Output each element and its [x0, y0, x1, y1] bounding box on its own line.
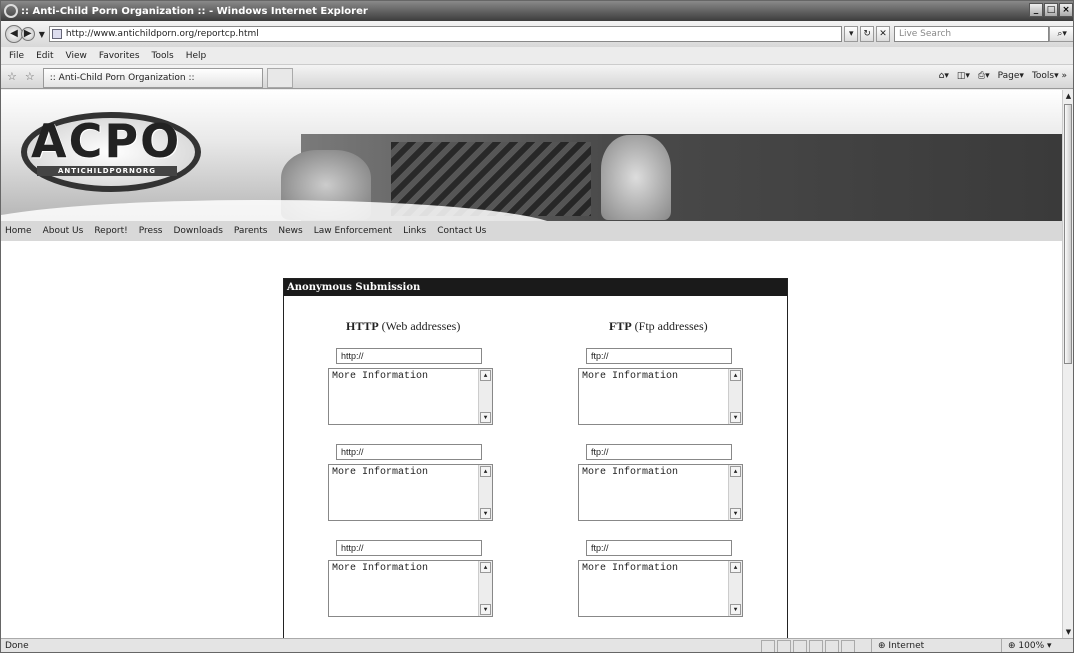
zoom-control[interactable]: ⊕ 100% ▾ — [1001, 639, 1052, 652]
menu-file[interactable]: File — [9, 51, 24, 61]
menu-bar: File Edit View Favorites Tools Help — [1, 47, 1073, 65]
ie-icon — [4, 4, 18, 18]
page-scrollbar[interactable]: ▲ ▼ — [1062, 90, 1073, 638]
http-info-text: More Information — [332, 467, 429, 478]
menu-tools[interactable]: Tools — [152, 51, 174, 61]
nav-links[interactable]: Links — [403, 226, 426, 236]
scroll-down-icon[interactable]: ▼ — [1064, 626, 1073, 638]
minimize-button[interactable]: _ — [1029, 3, 1043, 17]
ftp-heading-bold: FTP — [609, 319, 632, 333]
textarea-scrollbar[interactable]: ▲ ▼ — [478, 465, 492, 520]
favorites-star-icon[interactable]: ☆ — [7, 70, 17, 83]
search-input[interactable]: Live Search — [893, 26, 1050, 42]
http-info-textarea[interactable]: More Information ▲ ▼ — [328, 560, 493, 617]
http-info-textarea[interactable]: More Information ▲ ▼ — [328, 368, 493, 425]
http-heading-bold: HTTP — [346, 319, 379, 333]
http-url-input[interactable]: http:// — [336, 540, 482, 556]
ftp-url-input[interactable]: ftp:// — [586, 348, 732, 364]
zoom-level: 100% — [1018, 641, 1045, 651]
ftp-info-textarea[interactable]: More Information ▲ ▼ — [578, 560, 743, 617]
url-text: http://www.antichildporn.org/reportcp.ht… — [65, 29, 259, 39]
site-banner: ACPO ANTICHILDPORNORG — [1, 90, 1064, 221]
page-icon — [51, 29, 62, 39]
history-dropdown-icon[interactable]: ▼ — [39, 30, 45, 39]
ftp-info-textarea[interactable]: More Information ▲ ▼ — [578, 368, 743, 425]
maximize-button[interactable]: □ — [1044, 3, 1058, 17]
ftp-info-text: More Information — [582, 467, 679, 478]
submission-panel: Anonymous Submission HTTP (Web addresses… — [283, 278, 788, 638]
http-url-input[interactable]: http:// — [336, 444, 482, 460]
http-info-text: More Information — [332, 371, 429, 382]
logo-text: ACPO — [31, 114, 182, 168]
ftp-column-heading: FTP (Ftp addresses) — [609, 319, 708, 334]
refresh-icon[interactable]: ↻ — [860, 26, 875, 42]
tab-active[interactable]: :: Anti-Child Porn Organization :: — [42, 67, 263, 88]
menu-edit[interactable]: Edit — [36, 51, 53, 61]
status-bar: Done ⊕ Internet ⊕ 100% ▾ — [1, 638, 1073, 652]
textarea-scrollbar[interactable]: ▲ ▼ — [478, 561, 492, 616]
scroll-thumb[interactable] — [1064, 104, 1072, 364]
tools-menu-label: Tools — [1031, 71, 1055, 81]
stop-icon[interactable]: ✕ — [876, 26, 890, 42]
page-viewport: ACPO ANTICHILDPORNORG Home About Us Repo… — [1, 90, 1064, 638]
banner-child-image-2 — [601, 135, 671, 220]
ftp-url-input[interactable]: ftp:// — [586, 444, 732, 460]
status-panes — [761, 640, 855, 652]
textarea-scrollbar[interactable]: ▲ ▼ — [478, 369, 492, 424]
browser-window: :: Anti-Child Porn Organization :: - Win… — [0, 0, 1074, 653]
nav-parents[interactable]: Parents — [234, 226, 268, 236]
logo-subtitle: ANTICHILDPORNORG — [37, 166, 177, 176]
zoom-icon: ⊕ — [1008, 641, 1016, 651]
textarea-scrollbar[interactable]: ▲ ▼ — [728, 465, 742, 520]
site-nav: Home About Us Report! Press Downloads Pa… — [1, 221, 1064, 241]
http-info-text: More Information — [332, 563, 429, 574]
textarea-scrollbar[interactable]: ▲ ▼ — [728, 369, 742, 424]
scroll-up-icon[interactable]: ▲ — [1064, 90, 1073, 102]
nav-law-enforcement[interactable]: Law Enforcement — [314, 226, 392, 236]
nav-news[interactable]: News — [278, 226, 302, 236]
menu-favorites[interactable]: Favorites — [99, 51, 140, 61]
ftp-heading-rest: (Ftp addresses) — [634, 319, 708, 333]
address-bar: ◀ ▶ ▼ http://www.antichildporn.org/repor… — [1, 21, 1073, 47]
http-heading-rest: (Web addresses) — [381, 319, 461, 333]
page-menu[interactable]: Page▾ — [998, 71, 1024, 81]
nav-contact-us[interactable]: Contact Us — [437, 226, 486, 236]
add-favorites-icon[interactable]: ☆ — [25, 70, 35, 83]
close-button[interactable]: × — [1059, 3, 1073, 17]
globe-icon: ⊕ — [878, 641, 886, 651]
textarea-scrollbar[interactable]: ▲ ▼ — [728, 561, 742, 616]
print-icon[interactable]: ⎙▾ — [978, 71, 990, 81]
nav-about-us[interactable]: About Us — [43, 226, 84, 236]
feeds-icon[interactable]: ◫▾ — [957, 71, 970, 81]
url-field[interactable]: http://www.antichildporn.org/reportcp.ht… — [48, 26, 843, 42]
nav-home[interactable]: Home — [5, 226, 32, 236]
panel-title: Anonymous Submission — [284, 279, 787, 296]
home-icon[interactable]: ⌂▾ — [939, 71, 949, 81]
page-menu-label: Page — [997, 71, 1020, 81]
nav-downloads[interactable]: Downloads — [173, 226, 222, 236]
http-url-input[interactable]: http:// — [336, 348, 482, 364]
menu-help[interactable]: Help — [186, 51, 207, 61]
ftp-info-text: More Information — [582, 563, 679, 574]
security-zone[interactable]: ⊕ Internet — [871, 639, 991, 652]
tab-title: :: Anti-Child Porn Organization :: — [49, 72, 195, 83]
new-tab-button[interactable] — [266, 67, 293, 88]
tools-menu[interactable]: Tools▾ » — [1032, 71, 1067, 81]
status-text: Done — [5, 641, 29, 651]
http-info-textarea[interactable]: More Information ▲ ▼ — [328, 464, 493, 521]
nav-press[interactable]: Press — [139, 226, 163, 236]
nav-report[interactable]: Report! — [94, 226, 127, 236]
http-column-heading: HTTP (Web addresses) — [346, 319, 460, 334]
title-bar: :: Anti-Child Porn Organization :: - Win… — [1, 1, 1073, 21]
ftp-url-input[interactable]: ftp:// — [586, 540, 732, 556]
tab-bar: ☆ ☆ :: Anti-Child Porn Organization :: ⌂… — [1, 65, 1073, 89]
window-title: :: Anti-Child Porn Organization :: - Win… — [21, 5, 368, 17]
ftp-info-textarea[interactable]: More Information ▲ ▼ — [578, 464, 743, 521]
zone-label: Internet — [888, 641, 925, 651]
ftp-info-text: More Information — [582, 371, 679, 382]
forward-button[interactable]: ▶ — [20, 27, 35, 41]
menu-view[interactable]: View — [66, 51, 87, 61]
search-icon[interactable]: ⌕▾ — [1049, 26, 1073, 42]
url-dropdown-icon[interactable]: ▾ — [844, 26, 859, 42]
